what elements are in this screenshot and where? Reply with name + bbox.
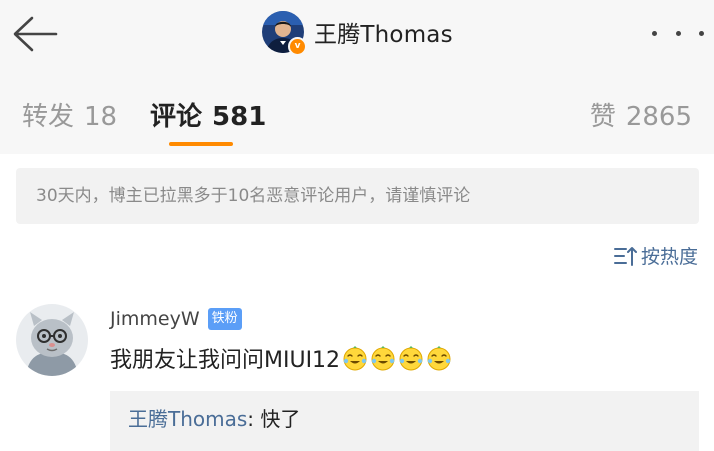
moderation-notice: 30天内，博主已拉黑多于10名恶意评论用户，请谨慎评论 bbox=[16, 168, 699, 224]
laughing-tears-emoji-icon bbox=[399, 346, 423, 371]
commenter-meta: JimmeyW 铁粉 bbox=[110, 308, 242, 330]
reply-separator: : bbox=[247, 407, 261, 431]
more-button[interactable] bbox=[652, 22, 704, 44]
tab-bar: 转发 18 评论 581 赞 2865 bbox=[0, 72, 714, 154]
comments-panel: 30天内，博主已拉黑多于10名恶意评论用户，请谨慎评论 按热度 JimmeyW … bbox=[0, 154, 714, 451]
emoji-group bbox=[342, 345, 454, 371]
arrow-left-icon bbox=[13, 16, 58, 52]
laughing-tears-emoji-icon bbox=[427, 346, 451, 371]
laughing-tears-emoji-icon bbox=[343, 346, 367, 371]
tab-repost-label: 转发 bbox=[22, 102, 75, 132]
verified-badge: v bbox=[288, 37, 307, 56]
commenter-username[interactable]: JimmeyW bbox=[110, 308, 200, 330]
back-button[interactable] bbox=[10, 14, 60, 54]
fan-badge: 铁粉 bbox=[207, 308, 242, 330]
top-bar: v 王腾Thomas bbox=[0, 0, 714, 72]
tab-repost-count: 18 bbox=[84, 102, 118, 132]
tab-likes-count: 2865 bbox=[625, 102, 692, 132]
reply-preview[interactable]: 王腾Thomas: 快了 bbox=[110, 391, 699, 451]
more-dot-icon bbox=[699, 30, 704, 36]
tab-repost[interactable]: 转发 18 bbox=[22, 96, 117, 133]
sort-label: 按热度 bbox=[640, 246, 698, 268]
tab-comments[interactable]: 评论 581 bbox=[150, 96, 266, 133]
comment-text: 我朋友让我问问MIUI12 bbox=[110, 348, 341, 373]
laughing-tears-emoji-icon bbox=[371, 346, 395, 371]
page-title[interactable]: 王腾Thomas bbox=[314, 15, 453, 49]
reply-author[interactable]: 王腾Thomas bbox=[128, 407, 247, 431]
sort-button[interactable]: 按热度 bbox=[613, 242, 698, 269]
more-dot-icon bbox=[652, 30, 657, 36]
comment-content: 我朋友让我问问MIUI12 bbox=[110, 342, 454, 374]
commenter-avatar[interactable] bbox=[16, 304, 88, 376]
tab-likes[interactable]: 赞 2865 bbox=[590, 96, 692, 133]
tab-comments-label: 评论 bbox=[150, 102, 203, 132]
reply-text: 快了 bbox=[260, 407, 301, 431]
post-author[interactable]: v 王腾Thomas bbox=[262, 10, 453, 56]
sort-icon bbox=[613, 246, 637, 266]
tab-likes-label: 赞 bbox=[589, 102, 616, 132]
more-dot-icon bbox=[675, 30, 681, 36]
author-avatar[interactable]: v bbox=[262, 11, 307, 56]
tab-comments-count: 581 bbox=[212, 102, 267, 132]
active-tab-indicator bbox=[169, 142, 233, 146]
